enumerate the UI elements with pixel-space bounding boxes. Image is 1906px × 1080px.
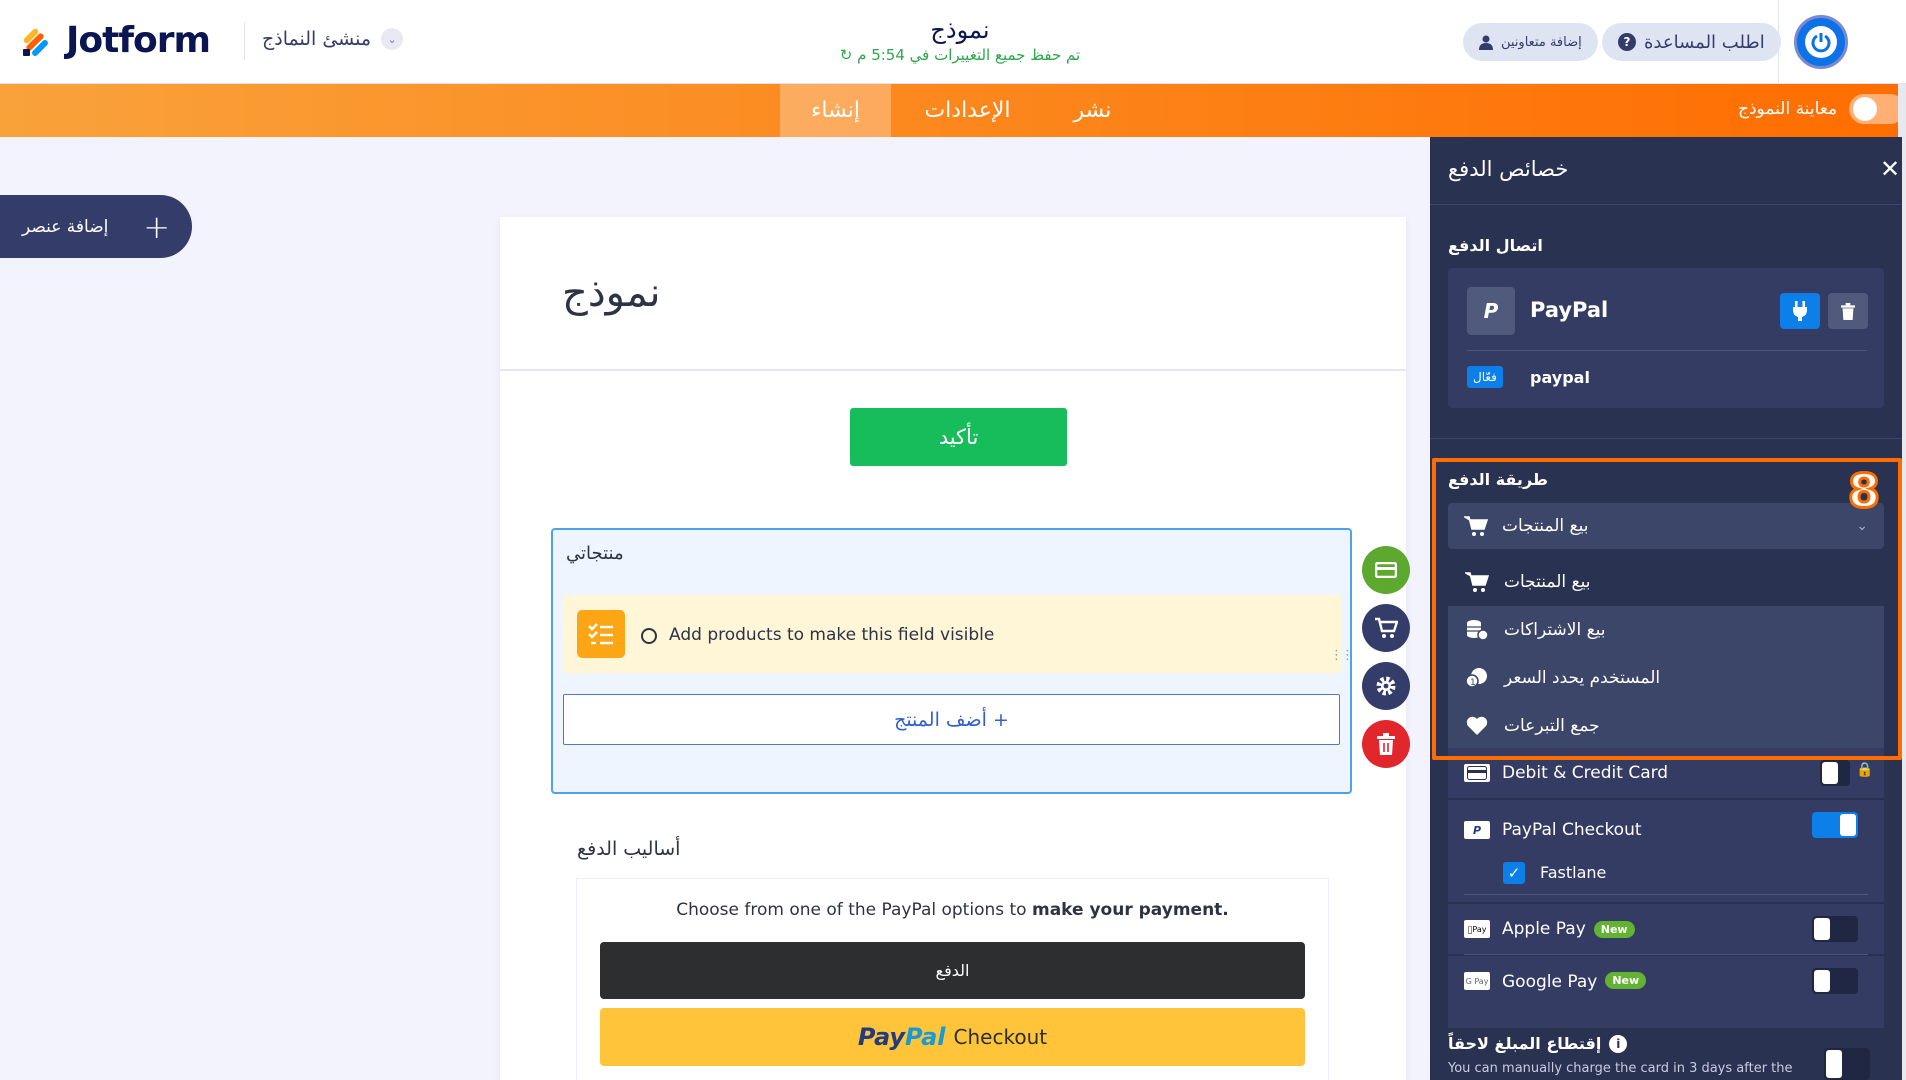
tab-settings[interactable]: الإعدادات	[900, 84, 1035, 137]
saved-status: ↻ تم حفظ جميع التغييرات في 5:54 م	[800, 46, 1120, 64]
add-collaborators-button[interactable]: إضافة متعاونين	[1463, 23, 1598, 61]
field-settings-button[interactable]	[1362, 662, 1410, 710]
payment-option-apple-pay: Pay Apple Pay New	[1448, 904, 1884, 954]
google-pay-icon: G Pay	[1464, 972, 1490, 990]
fastlane-checkbox[interactable]: ✓	[1503, 862, 1525, 884]
power-icon	[1805, 26, 1837, 58]
add-element-button[interactable]: إضافة عنصر +	[0, 195, 192, 258]
tab-publish[interactable]: نشر	[1050, 84, 1135, 137]
question-icon: ?	[1618, 33, 1636, 51]
info-icon[interactable]: i	[1609, 1034, 1628, 1053]
connect-gateway-button[interactable]	[1780, 293, 1820, 329]
gateway-name: PayPal	[1530, 298, 1609, 322]
chevron-down-icon: ⌄	[381, 28, 404, 50]
saved-status-text: تم حفظ جميع التغييرات في 5:54 م	[857, 46, 1081, 64]
row-divider	[1464, 954, 1868, 955]
header-divider	[1778, 0, 1779, 84]
paypal-choose-bold: make your payment.	[1031, 900, 1229, 920]
products-tool-button[interactable]	[1362, 604, 1410, 652]
paypal-choose-prefix: Choose from one of the PayPal options to	[676, 900, 1032, 920]
connection-divider	[1467, 350, 1867, 351]
form-title-area[interactable]: نموذج ↻ تم حفظ جميع التغييرات في 5:54 م	[800, 16, 1120, 64]
product-field-label[interactable]: منتجاتي	[566, 543, 624, 564]
notice-radio	[641, 628, 657, 644]
plug-icon	[1793, 301, 1807, 321]
status-badge: فعّال	[1467, 366, 1503, 388]
paypal-checkout-toggle[interactable]	[1812, 812, 1858, 838]
builder-label: منشئ النماذج	[262, 28, 372, 50]
card-toggle[interactable]	[1820, 760, 1850, 786]
payment-card-tool-button[interactable]	[1362, 546, 1410, 594]
get-help-button[interactable]: ? اطلب المساعدة	[1602, 23, 1781, 61]
capture-later-label: إقتطاع المبلغ لاحقاً i	[1448, 1034, 1628, 1053]
payment-option-label: PayPal Checkout	[1502, 820, 1642, 840]
paypal-choose-text: Choose from one of the PayPal options to…	[576, 900, 1329, 920]
paypal-checkout-word: Checkout	[953, 1025, 1048, 1049]
get-help-label: اطلب المساعدة	[1644, 31, 1765, 53]
jotform-logo-icon	[23, 28, 48, 56]
jotform-logo[interactable]: Jotform	[22, 20, 211, 61]
step-number: 8	[1846, 463, 1881, 520]
fastlane-label: Fastlane	[1540, 863, 1607, 882]
paypal-icon: P	[1467, 287, 1515, 335]
pay-button[interactable]: الدفع	[600, 942, 1305, 999]
avatar[interactable]	[1794, 15, 1848, 69]
trash-icon	[1841, 302, 1855, 320]
row-divider	[1464, 894, 1868, 895]
new-badge: New	[1593, 920, 1635, 938]
trash-icon	[1377, 733, 1395, 755]
header-divider	[244, 22, 245, 60]
capture-later-text: إقتطاع المبلغ لاحقاً	[1448, 1034, 1602, 1053]
payment-option-label: Debit & Credit Card	[1502, 763, 1669, 783]
payment-option-label: Google Pay	[1502, 972, 1598, 992]
panel-divider	[1430, 438, 1902, 439]
payment-connection-label: اتصال الدفع	[1448, 236, 1543, 255]
brand-name: Jotform	[66, 20, 211, 61]
add-collaborators-label: إضافة متعاونين	[1501, 34, 1582, 50]
capture-later-description: You can manually charge the card in 3 da…	[1448, 1061, 1793, 1076]
add-product-button[interactable]: أضف المنتج +	[563, 694, 1340, 745]
lock-icon: 🔒	[1856, 762, 1874, 778]
capture-later-toggle[interactable]	[1824, 1048, 1870, 1080]
cart-icon	[1375, 617, 1398, 638]
form-title[interactable]: نموذج	[800, 16, 1120, 44]
paypal-checkout-button[interactable]: PayPal Checkout	[600, 1008, 1305, 1066]
remove-gateway-button[interactable]	[1828, 293, 1868, 329]
drag-handle-icon[interactable]: ⋮⋮	[1330, 649, 1354, 662]
step-highlight-box	[1432, 458, 1902, 760]
tab-build[interactable]: إنشاء	[780, 84, 891, 137]
list-check-icon	[577, 610, 625, 658]
apple-pay-icon: Pay	[1464, 920, 1490, 938]
payment-option-label: Apple Pay	[1502, 919, 1586, 939]
payment-methods-label[interactable]: أساليب الدفع	[577, 838, 680, 860]
paypal-logo: PayPal	[857, 1023, 946, 1051]
form-heading[interactable]: نموذج	[562, 270, 661, 316]
google-pay-toggle[interactable]	[1812, 968, 1858, 994]
new-badge: New	[1605, 972, 1647, 989]
notice-text: Add products to make this field visible	[669, 625, 995, 645]
apple-pay-toggle[interactable]	[1812, 916, 1858, 942]
credit-card-icon	[1464, 764, 1490, 782]
delete-field-button[interactable]	[1362, 720, 1410, 768]
paypal-icon: P	[1464, 821, 1490, 839]
payment-option-google-pay: G Pay Google Pay New	[1448, 956, 1884, 1028]
preview-toggle-switch[interactable]	[1849, 94, 1906, 124]
preview-form-label: معاينة النموذج	[1738, 99, 1838, 119]
close-icon[interactable]: ✕	[1880, 155, 1900, 183]
form-divider	[500, 369, 1406, 371]
refresh-icon: ↻	[839, 46, 853, 64]
form-builder-menu[interactable]: منشئ النماذج ⌄	[244, 22, 404, 60]
preview-form-toggle[interactable]: معاينة النموذج	[1738, 94, 1906, 124]
user-icon	[1479, 35, 1493, 50]
panel-title: خصائص الدفع	[1448, 157, 1569, 181]
account-name: paypal	[1530, 368, 1590, 387]
confirm-button[interactable]: تأكيد	[850, 408, 1067, 466]
gear-icon	[1376, 676, 1396, 696]
main-navbar: إنشاء الإعدادات نشر معاينة النموذج	[0, 84, 1906, 137]
credit-card-icon	[1375, 562, 1397, 578]
add-element-label: إضافة عنصر	[22, 216, 109, 237]
payment-option-paypal-checkout: P PayPal Checkout	[1448, 800, 1884, 902]
plus-icon: +	[143, 207, 170, 246]
